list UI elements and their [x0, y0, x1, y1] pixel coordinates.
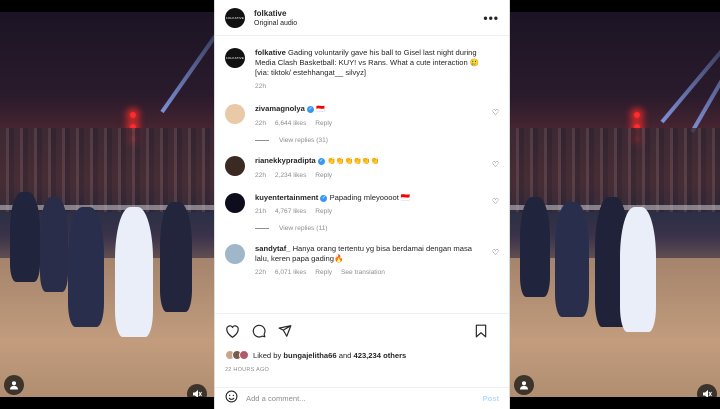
arena-scene	[0, 12, 214, 397]
emoji-icon[interactable]	[225, 390, 238, 408]
view-replies[interactable]: View replies (31)	[255, 137, 499, 144]
add-comment-bar: Post	[215, 387, 509, 409]
caption-time: 22h	[255, 83, 267, 90]
caption-text: Gading voluntarily gave his ball to Gise…	[255, 48, 480, 67]
header-username[interactable]: folkative	[254, 9, 483, 18]
reply-button[interactable]: Reply	[315, 208, 332, 215]
user-icon[interactable]	[4, 375, 24, 395]
caption-username[interactable]: folkative	[255, 48, 286, 57]
comment-likes[interactable]: 6,644 likes	[275, 120, 307, 127]
heart-icon[interactable]: ♡	[492, 108, 499, 117]
heart-icon[interactable]	[225, 324, 240, 338]
liked-and-label: and	[338, 350, 352, 360]
reply-button[interactable]: Reply	[315, 120, 332, 127]
comment-input[interactable]	[246, 394, 483, 403]
comment-row: rianekkypradipta ✓ 👏👏👏👏👏👏 22h 2,234 like…	[225, 156, 499, 181]
liked-others[interactable]: 423,234 others	[354, 351, 407, 360]
avatar[interactable]: FOLKATIVE	[225, 48, 245, 68]
verified-icon: ✓	[306, 105, 314, 113]
post-timestamp[interactable]: 22 HOURS AGO	[225, 367, 499, 373]
avatar-label: FOLKATIVE	[225, 56, 245, 60]
user-icon[interactable]	[514, 375, 534, 395]
post-button[interactable]: Post	[483, 394, 499, 403]
heart-icon[interactable]: ♡	[492, 197, 499, 206]
avatar[interactable]: FOLKATIVE	[225, 7, 245, 28]
comment-username[interactable]: kuyentertainment	[255, 193, 318, 202]
comment-time: 22h	[255, 172, 267, 179]
comment-time: 22h	[255, 120, 267, 127]
caption-row: FOLKATIVE folkative Gading voluntarily g…	[225, 48, 499, 92]
likes-summary: Liked by bungajelitha66 and 423,234 othe…	[225, 350, 499, 360]
comment-likes[interactable]: 6,071 likes	[275, 269, 307, 276]
avatar-label: FOLKATIVE	[225, 15, 245, 20]
video-left[interactable]	[0, 12, 214, 397]
verified-icon: ✓	[320, 194, 328, 202]
liker-avatar[interactable]	[239, 350, 249, 360]
comment-username[interactable]: sandytaf_	[255, 244, 290, 253]
view-replies-label[interactable]: View replies (11)	[279, 225, 328, 232]
arena-scene	[510, 12, 720, 397]
liked-by-label: Liked by	[253, 350, 282, 360]
video-right[interactable]	[510, 12, 720, 397]
reply-button[interactable]: Reply	[315, 269, 332, 276]
caption-via: [via: tiktok/ estehhangat__ silvyz]	[255, 68, 367, 77]
mute-icon[interactable]	[187, 384, 207, 397]
bookmark-icon[interactable]	[475, 324, 487, 338]
view-replies[interactable]: View replies (11)	[255, 225, 499, 232]
reply-button[interactable]: Reply	[315, 172, 332, 179]
view-replies-label[interactable]: View replies (31)	[279, 137, 328, 144]
comment-row: kuyentertainment ✓ Papading mleyoooot 🇮🇩…	[225, 193, 499, 217]
comment-row: sandytaf_ Hanya orang tertentu yg bisa b…	[225, 244, 499, 278]
more-icon[interactable]: •••	[483, 11, 499, 25]
mute-icon[interactable]	[697, 384, 717, 397]
comment-icon[interactable]	[252, 324, 266, 338]
avatar[interactable]	[225, 104, 245, 124]
comment-username[interactable]: zivamagnolya	[255, 104, 305, 113]
instagram-post-viewer: FOLKATIVE folkative Original audio ••• F…	[0, 0, 720, 409]
see-translation-link[interactable]: See translation	[341, 269, 385, 276]
comment-text: 👏👏👏👏👏👏	[327, 158, 380, 165]
avatar[interactable]	[225, 193, 245, 213]
comment-likes[interactable]: 4,767 likes	[275, 208, 307, 215]
avatar[interactable]	[225, 244, 245, 264]
comment-username[interactable]: rianekkypradipta	[255, 156, 316, 165]
comment-time: 21h	[255, 208, 267, 215]
comment-text: Papading mleyoooot 🇮🇩	[329, 193, 411, 202]
post-panel: FOLKATIVE folkative Original audio ••• F…	[214, 0, 510, 409]
comment-time: 22h	[255, 269, 267, 276]
liked-by-user[interactable]: bungajelitha66	[283, 351, 336, 360]
heart-icon[interactable]: ♡	[492, 160, 499, 169]
comment-text: 🇮🇩	[316, 106, 325, 113]
audio-label[interactable]: Original audio	[254, 20, 483, 27]
comment-row: zivamagnolya ✓ 🇮🇩 22h 6,644 likes Reply …	[225, 104, 499, 129]
comments-list[interactable]: FOLKATIVE folkative Gading voluntarily g…	[215, 36, 509, 312]
share-icon[interactable]	[278, 324, 292, 338]
avatar[interactable]	[225, 156, 245, 176]
verified-icon: ✓	[317, 157, 325, 165]
comment-likes[interactable]: 2,234 likes	[275, 172, 307, 179]
post-actions: Liked by bungajelitha66 and 423,234 othe…	[215, 313, 509, 373]
heart-icon[interactable]: ♡	[492, 248, 499, 257]
post-header: FOLKATIVE folkative Original audio •••	[215, 0, 509, 36]
